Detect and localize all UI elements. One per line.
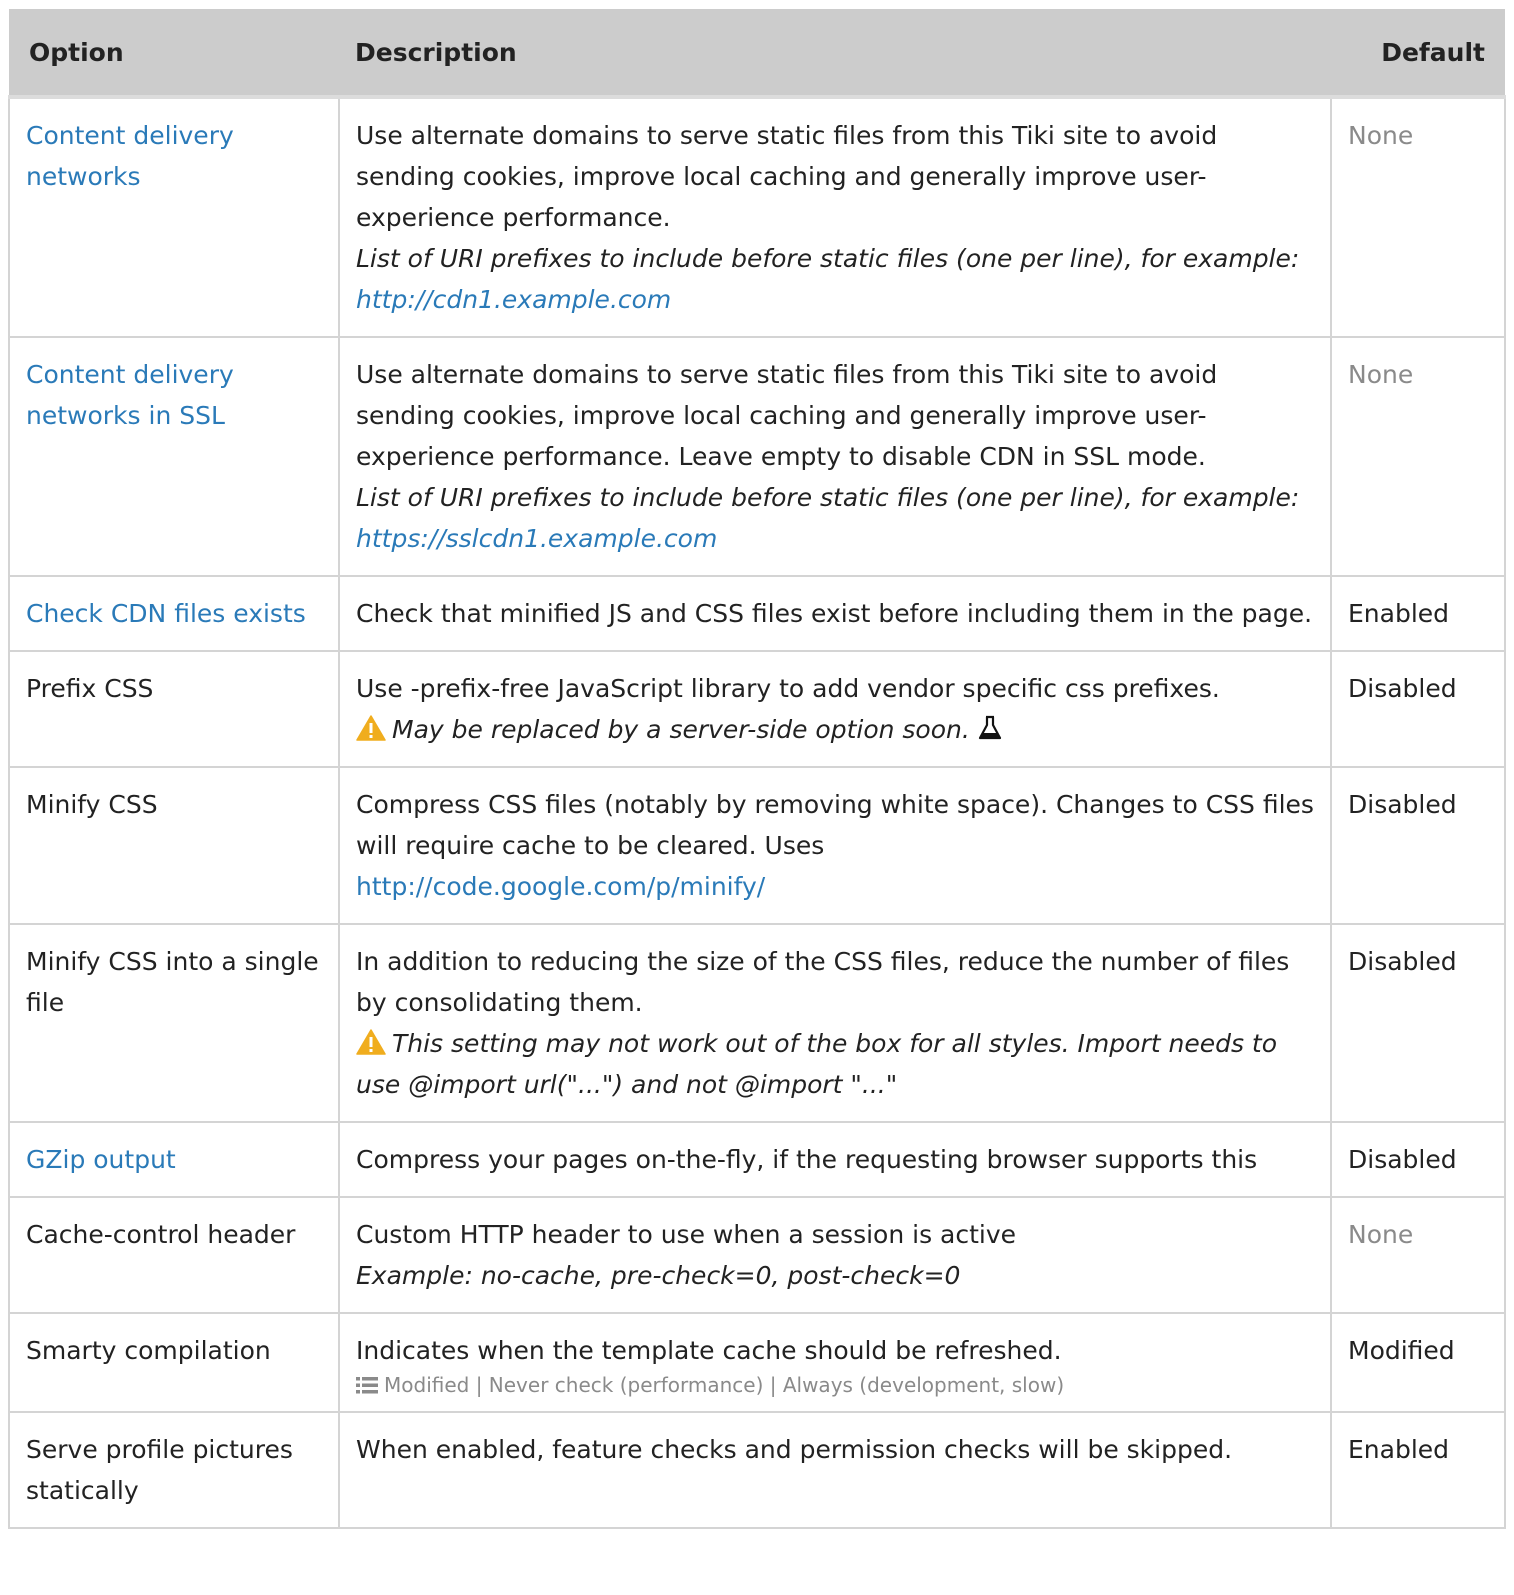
- default-value: None: [1330, 97, 1506, 338]
- column-header-description[interactable]: Description: [339, 9, 1331, 97]
- table-row: Check CDN files exists Check that minifi…: [8, 576, 1506, 652]
- description-cell: Use alternate domains to serve static fi…: [338, 97, 1332, 338]
- description-text: Use -prefix-free JavaScript library to a…: [356, 674, 1220, 703]
- default-value: Disabled: [1330, 1122, 1506, 1198]
- description-text: Check that minified JS and CSS files exi…: [338, 576, 1332, 652]
- table-row: Prefix CSS Use -prefix-free JavaScript l…: [8, 651, 1506, 768]
- default-value: None: [1330, 337, 1506, 577]
- description-text: Use alternate domains to serve static fi…: [356, 121, 1218, 232]
- table-header-row: Option Description Default: [9, 9, 1505, 97]
- warning-triangle-icon: [356, 1029, 386, 1055]
- flask-icon: [978, 715, 1001, 740]
- description-text: Use alternate domains to serve static fi…: [356, 360, 1218, 471]
- options-list-text: Modified | Never check (performance) | A…: [384, 1373, 1065, 1397]
- description-text: When enabled, feature checks and permiss…: [338, 1412, 1332, 1529]
- description-text: In addition to reducing the size of the …: [356, 947, 1290, 1017]
- description-text: Compress your pages on-the-fly, if the r…: [338, 1122, 1332, 1198]
- default-value: Disabled: [1330, 651, 1506, 768]
- description-text: Compress CSS files (notably by removing …: [356, 790, 1314, 860]
- example-link[interactable]: https://sslcdn1.example.com: [356, 524, 717, 553]
- warning-triangle-icon: [356, 715, 386, 741]
- table-row: Minify CSS Compress CSS files (notably b…: [8, 767, 1506, 925]
- option-link[interactable]: Check CDN files exists: [26, 599, 306, 628]
- table-row: Content delivery networks Use alternate …: [8, 97, 1506, 338]
- table-row: Content delivery networks in SSL Use alt…: [8, 337, 1506, 577]
- option-cell: Content delivery networks in SSL: [8, 337, 340, 577]
- description-cell: Use -prefix-free JavaScript library to a…: [338, 651, 1332, 768]
- description-text: Indicates when the template cache should…: [356, 1336, 1062, 1365]
- option-cell: GZip output: [8, 1122, 340, 1198]
- table-row: Minify CSS into a single file In additio…: [8, 924, 1506, 1123]
- description-cell: Compress CSS files (notably by removing …: [338, 767, 1332, 925]
- table-row: GZip output Compress your pages on-the-f…: [8, 1122, 1506, 1198]
- option-link[interactable]: GZip output: [26, 1145, 176, 1174]
- option-link[interactable]: Content delivery networks: [26, 121, 234, 191]
- description-cell: In addition to reducing the size of the …: [338, 924, 1332, 1123]
- warning-text: This setting may not work out of the box…: [356, 1029, 1278, 1099]
- warning-line: This setting may not work out of the box…: [356, 1023, 1314, 1105]
- option-label: Smarty compilation: [8, 1313, 340, 1413]
- option-label: Serve profile pictures statically: [8, 1412, 340, 1529]
- table-row: Cache-control header Custom HTTP header …: [8, 1197, 1506, 1314]
- description-cell: Indicates when the template cache should…: [338, 1313, 1332, 1413]
- column-header-default[interactable]: Default: [1331, 9, 1505, 97]
- default-value: Disabled: [1330, 924, 1506, 1123]
- preferences-table: Option Description Default Content deliv…: [8, 9, 1506, 1529]
- preferences-table-wrapper: Option Description Default Content deliv…: [8, 9, 1506, 1529]
- hint-prefix: List of URI prefixes to include before s…: [356, 244, 1300, 273]
- default-value: Enabled: [1330, 1412, 1506, 1529]
- warning-text: May be replaced by a server-side option …: [392, 715, 970, 744]
- table-row: Serve profile pictures statically When e…: [8, 1412, 1506, 1529]
- example-link[interactable]: http://cdn1.example.com: [356, 285, 671, 314]
- default-value: Enabled: [1330, 576, 1506, 652]
- default-value: Disabled: [1330, 767, 1506, 925]
- column-header-option[interactable]: Option: [9, 9, 339, 97]
- description-text: Custom HTTP header to use when a session…: [356, 1220, 1017, 1249]
- option-link[interactable]: Content delivery networks in SSL: [26, 360, 234, 430]
- option-label: Minify CSS: [8, 767, 340, 925]
- option-label: Cache-control header: [8, 1197, 340, 1314]
- option-cell: Content delivery networks: [8, 97, 340, 338]
- warning-line: May be replaced by a server-side option …: [356, 709, 1314, 750]
- option-label: Minify CSS into a single file: [8, 924, 340, 1123]
- table-row: Smarty compilation Indicates when the te…: [8, 1313, 1506, 1413]
- options-list: Modified | Never check (performance) | A…: [356, 1371, 1314, 1399]
- hint-prefix: List of URI prefixes to include before s…: [356, 483, 1300, 512]
- default-value: Modified: [1330, 1313, 1506, 1413]
- default-value: None: [1330, 1197, 1506, 1314]
- minify-link[interactable]: http://code.google.com/p/minify/: [356, 866, 1314, 907]
- hint-text: List of URI prefixes to include before s…: [356, 238, 1314, 320]
- option-label: Prefix CSS: [8, 651, 340, 768]
- description-cell: Use alternate domains to serve static fi…: [338, 337, 1332, 577]
- description-cell: Custom HTTP header to use when a session…: [338, 1197, 1332, 1314]
- hint-text: List of URI prefixes to include before s…: [356, 477, 1314, 559]
- list-icon: [356, 1377, 378, 1394]
- option-cell: Check CDN files exists: [8, 576, 340, 652]
- hint-text: Example: no-cache, pre-check=0, post-che…: [356, 1261, 961, 1290]
